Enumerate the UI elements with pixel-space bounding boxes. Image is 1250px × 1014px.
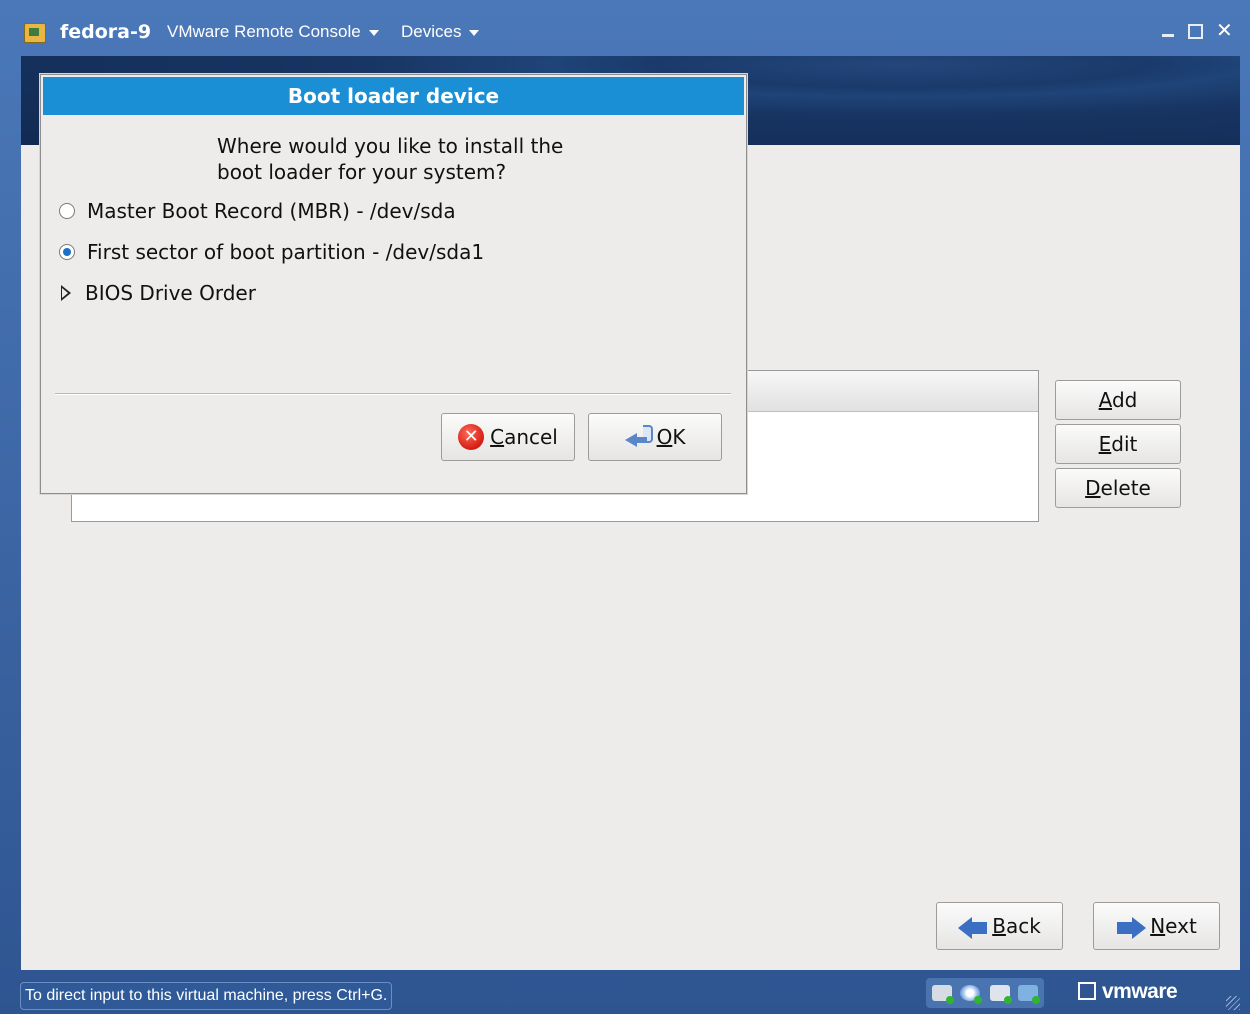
cancel-mnemonic: C [490,425,505,449]
delete-label: elete [1100,476,1151,500]
expander-arrow-icon [61,284,71,301]
floppy-icon[interactable] [990,985,1012,1004]
radio-button-unchecked[interactable] [59,202,75,219]
bios-drive-order-label: BIOS Drive Order [85,281,256,305]
minimize-button[interactable] [1162,34,1174,37]
network-icon[interactable] [1018,985,1040,1004]
activity-dot [1004,996,1012,1004]
status-bar: To direct input to this virtual machine,… [0,972,1250,1014]
add-label: dd [1111,388,1138,412]
vmware-logo: vmware [1078,980,1178,1004]
next-label: ext [1165,914,1197,938]
radio-button-checked[interactable] [59,243,75,260]
radio-mbr-label: Master Boot Record (MBR) - /dev/sda [87,199,456,223]
edit-button[interactable]: Edit [1055,424,1181,464]
guest-screen[interactable]: Add Edit Delete Back Next Boot loader de… [21,56,1240,970]
vmware-brand: vmware [1102,980,1178,1003]
dialog-question: Where would you like to install the boot… [217,133,637,185]
delete-button[interactable]: Delete [1055,468,1181,508]
back-button[interactable]: Back [936,902,1063,950]
ok-label: K [672,425,686,449]
bios-drive-order-expander[interactable]: BIOS Drive Order [61,280,256,306]
cancel-button[interactable]: ✕ Cancel [441,413,575,461]
boot-loader-device-dialog: Boot loader device Where would you like … [40,74,747,494]
chevron-down-icon [469,29,480,36]
edit-mnemonic: E [1098,432,1112,456]
hard-disk-icon[interactable] [932,985,954,1004]
next-mnemonic: N [1150,914,1166,938]
maximize-button[interactable] [1188,24,1203,39]
status-message: To direct input to this virtual machine,… [20,982,393,1010]
cd-rom-icon[interactable] [960,985,982,1004]
console-menu[interactable]: VMware Remote Console [167,22,379,42]
vm-name: fedora-9 [60,21,152,43]
close-button[interactable]: ✕ [1216,20,1233,40]
vmware-console-window: fedora-9 VMware Remote Console Devices ✕… [0,0,1250,1014]
cancel-icon: ✕ [458,423,485,450]
console-menu-label: VMware Remote Console [167,22,361,41]
question-line-1: Where would you like to install the [217,134,564,158]
title-bar: fedora-9 VMware Remote Console Devices ✕ [0,8,1250,56]
ok-button[interactable]: OK [588,413,722,461]
add-button[interactable]: Add [1055,380,1181,420]
enter-arrow-icon [624,424,655,447]
ok-mnemonic: O [656,425,673,449]
activity-dot [974,996,982,1004]
arrow-left-icon [958,916,988,939]
dialog-separator [55,393,731,395]
resize-grip[interactable] [1226,996,1240,1010]
activity-dot [946,996,954,1004]
activity-dot [1032,996,1040,1004]
cancel-label: ancel [504,425,558,449]
vmware-console-app-icon [24,23,46,43]
devices-menu[interactable]: Devices [401,22,480,42]
delete-mnemonic: D [1085,476,1101,500]
radio-option-boot-partition[interactable]: First sector of boot partition - /dev/sd… [59,239,484,265]
add-mnemonic: A [1098,388,1112,412]
radio-option-mbr[interactable]: Master Boot Record (MBR) - /dev/sda [59,198,456,224]
back-label: ack [1005,914,1041,938]
chevron-down-icon [368,29,379,36]
edit-label: dit [1111,432,1138,456]
devices-menu-label: Devices [401,22,462,41]
arrow-right-icon [1116,916,1147,939]
back-mnemonic: B [992,914,1006,938]
vmware-mark-icon [1078,982,1096,1000]
device-tray [926,978,1044,1008]
next-button[interactable]: Next [1093,902,1220,950]
dialog-title: Boot loader device [43,77,744,115]
question-line-2: boot loader for your system? [217,160,507,184]
radio-boot-partition-label: First sector of boot partition - /dev/sd… [87,240,485,264]
